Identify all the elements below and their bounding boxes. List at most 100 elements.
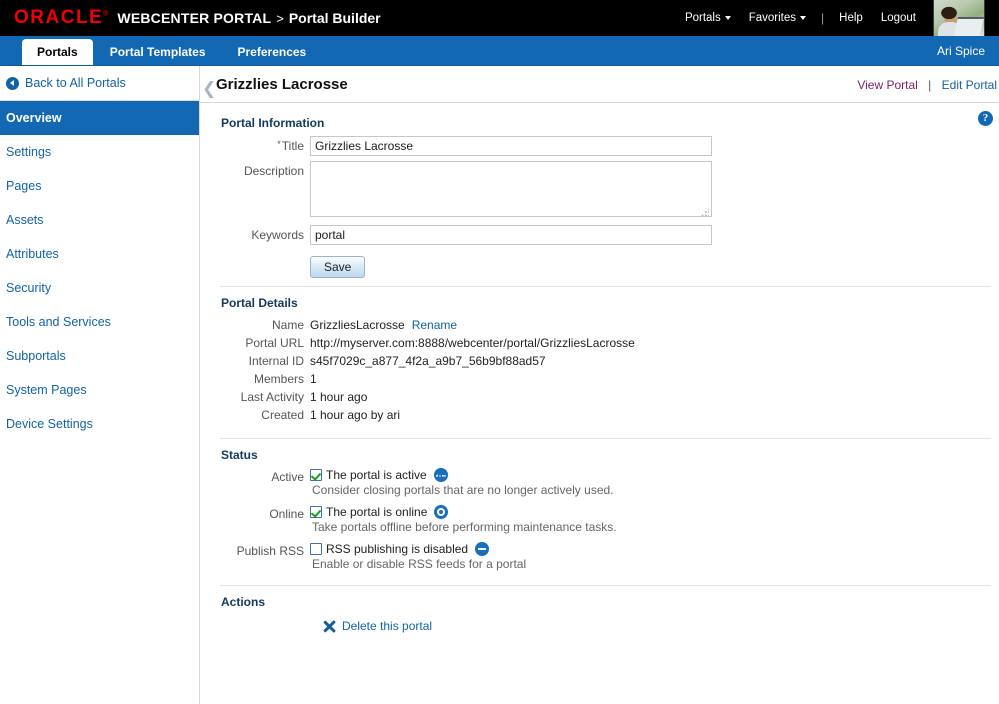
disabled-minus-icon	[475, 542, 490, 556]
favorites-menu[interactable]: Favorites	[748, 12, 807, 24]
back-to-all-portals-label: Back to All Portals	[25, 76, 126, 90]
chevron-down-icon	[724, 15, 731, 20]
portals-menu[interactable]: Portals	[685, 12, 731, 24]
publish-rss-control: RSS publishing is disabled Enable or dis…	[310, 542, 999, 571]
active-control: The portal is active Consider closing po…	[310, 468, 999, 497]
detail-label: Created	[261, 408, 304, 422]
sidebar-item-assets[interactable]: Assets	[0, 203, 199, 237]
favorites-menu-label: Favorites	[748, 12, 797, 24]
online-control: The portal is online Take portals offlin…	[310, 505, 999, 534]
oracle-logo: ORACLE®	[14, 7, 108, 29]
status-title: Status	[221, 448, 258, 462]
delete-portal-link[interactable]: Delete this portal	[342, 619, 432, 633]
active-label: Active	[271, 470, 304, 484]
sidebar-item-tools-and-services[interactable]: Tools and Services	[0, 305, 199, 339]
save-wrapper: Save	[310, 250, 999, 278]
help-link[interactable]: Help	[839, 12, 863, 24]
title-input-wrapper	[310, 136, 999, 156]
detail-row-internal-id: Internal ID s45f7029c_a877_4f2a_a9b7_56b…	[200, 352, 999, 370]
portal-details-title: Portal Details	[221, 296, 298, 310]
status-row-online: Online The portal is online Take portals…	[200, 505, 999, 534]
keywords-input[interactable]	[310, 225, 712, 245]
sidebar-item-overview[interactable]: Overview	[0, 101, 199, 135]
current-user-name: Ari Spice	[936, 44, 985, 58]
edit-portal-link[interactable]: Edit Portal	[942, 78, 997, 92]
view-portal-link[interactable]: View Portal	[857, 78, 917, 92]
avatar[interactable]	[933, 0, 985, 37]
rename-link[interactable]: Rename	[412, 318, 457, 332]
keywords-input-wrapper	[310, 225, 999, 245]
actions-title: Actions	[221, 595, 266, 609]
trademark-mark: ®	[103, 10, 109, 18]
sidebar-item-system-pages[interactable]: System Pages	[0, 373, 199, 407]
main-tab-bar: Portals Portal Templates Preferences Ari…	[0, 36, 999, 66]
save-button-row: Save	[200, 250, 999, 278]
description-textarea[interactable]	[310, 161, 712, 217]
description-input-wrapper	[310, 161, 999, 220]
publish-rss-checkbox[interactable]	[310, 543, 322, 555]
sidebar-item-subportals[interactable]: Subportals	[0, 339, 199, 373]
description-field-row: Description	[200, 161, 999, 220]
page-layout: Back to All Portals Overview Settings Pa…	[0, 66, 999, 704]
sidebar-item-pages[interactable]: Pages	[0, 169, 199, 203]
sidebar-item-device-settings[interactable]: Device Settings	[0, 407, 199, 441]
online-checkbox[interactable]	[310, 506, 322, 518]
back-to-all-portals-link[interactable]: Back to All Portals	[0, 66, 199, 100]
detail-label: Members	[253, 372, 304, 386]
description-label: Description	[243, 164, 304, 178]
content-area: ? Portal Information *Title Description	[200, 102, 999, 704]
publish-rss-status-text: RSS publishing is disabled	[326, 542, 469, 556]
detail-value: 1 hour ago	[310, 390, 368, 404]
sidebar-item-security[interactable]: Security	[0, 271, 199, 305]
chevron-down-icon	[800, 15, 807, 20]
status-section: Status Active The portal is active Consi…	[200, 438, 999, 571]
logout-link[interactable]: Logout	[881, 12, 916, 24]
detail-label: Name	[271, 318, 304, 332]
page-header: Grizzlies Lacrosse View Portal | Edit Po…	[200, 66, 999, 102]
page-header-links: View Portal | Edit Portal	[857, 78, 997, 92]
save-button[interactable]: Save	[310, 256, 366, 278]
keywords-label: Keywords	[251, 228, 304, 242]
detail-value: s45f7029c_a877_4f2a_a9b7_56b9bf88ad57	[310, 354, 546, 368]
sidebar: Back to All Portals Overview Settings Pa…	[0, 66, 200, 704]
active-checkbox[interactable]	[310, 469, 322, 481]
detail-row-created: Created 1 hour ago by ari	[200, 406, 999, 424]
sidebar-item-settings[interactable]: Settings	[0, 135, 199, 169]
sidebar-item-attributes[interactable]: Attributes	[0, 237, 199, 271]
detail-row-members: Members 1	[200, 370, 999, 388]
detail-label: Internal ID	[248, 354, 304, 368]
detail-row-name: Name GrizzliesLacrosse Rename	[200, 316, 999, 334]
online-status-text: The portal is online	[326, 505, 428, 519]
detail-value-text: GrizzliesLacrosse	[310, 318, 405, 332]
global-header: ORACLE® WEBCENTER PORTAL > Portal Builde…	[0, 0, 999, 37]
online-label: Online	[269, 507, 304, 521]
active-status-text: The portal is active	[326, 468, 427, 482]
detail-row-portal-url: Portal URL http://myserver.com:8888/webc…	[200, 334, 999, 352]
portal-information-section: Portal Information *Title Description	[200, 107, 999, 278]
help-icon[interactable]: ?	[978, 111, 993, 126]
pulse-icon	[433, 468, 448, 482]
app-section-name: Portal Builder	[288, 10, 381, 26]
tab-portals[interactable]: Portals	[22, 39, 93, 65]
publish-rss-label: Publish RSS	[236, 544, 304, 558]
online-hint: Take portals offline before performing m…	[312, 520, 617, 534]
online-ring-icon	[434, 505, 449, 519]
back-arrow-icon	[6, 76, 19, 90]
portal-details-section: Portal Details Name GrizzliesLacrosse Ren…	[200, 286, 999, 424]
actions-section: Actions Delete this portal	[200, 585, 999, 633]
portals-menu-label: Portals	[684, 12, 721, 24]
title-input[interactable]	[310, 136, 712, 156]
app-name: WEBCENTER PORTAL	[117, 10, 272, 26]
links-separator: |	[928, 78, 932, 92]
title-field-row: *Title	[200, 136, 999, 156]
detail-value: GrizzliesLacrosse Rename	[310, 316, 457, 334]
header-divider: |	[821, 11, 825, 25]
delete-portal-row: Delete this portal	[200, 619, 999, 633]
main-content: ❮ Grizzlies Lacrosse View Portal | Edit …	[200, 66, 999, 704]
page-title: Grizzlies Lacrosse	[216, 75, 348, 93]
brand: ORACLE® WEBCENTER PORTAL > Portal Builde…	[0, 7, 381, 29]
oracle-logo-text: ORACLE	[14, 7, 104, 28]
tab-portal-templates[interactable]: Portal Templates	[95, 39, 221, 65]
tab-preferences[interactable]: Preferences	[223, 39, 322, 65]
detail-label: Last Activity	[240, 390, 304, 404]
